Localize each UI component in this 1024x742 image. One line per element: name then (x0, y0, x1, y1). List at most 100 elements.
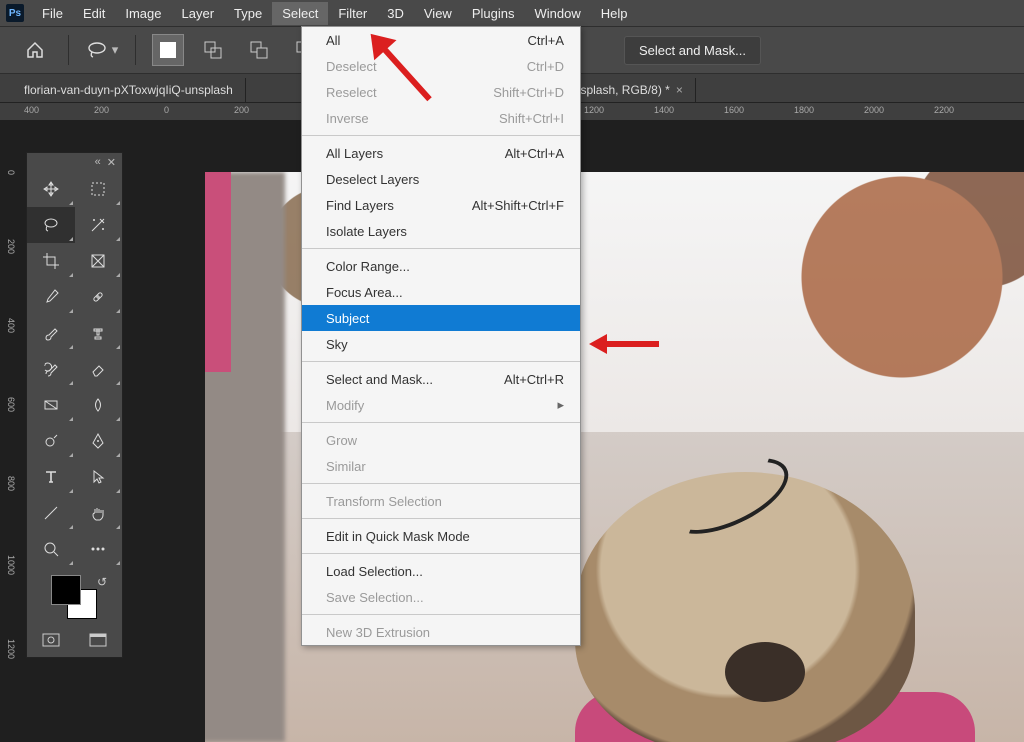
pen-tool-icon[interactable] (75, 423, 123, 459)
menu-file[interactable]: File (32, 2, 73, 25)
heal-tool-icon[interactable] (75, 279, 123, 315)
menu-separator (302, 614, 580, 615)
menu-item-focus-area[interactable]: Focus Area... (302, 279, 580, 305)
menu-item-isolate-layers[interactable]: Isolate Layers (302, 218, 580, 244)
marquee-tool-icon[interactable] (75, 171, 123, 207)
menu-item-deselect-layers[interactable]: Deselect Layers (302, 166, 580, 192)
crop-tool-icon[interactable] (27, 243, 75, 279)
menu-image[interactable]: Image (115, 2, 171, 25)
menu-item-subject[interactable]: Subject (302, 305, 580, 331)
history-brush-tool-icon[interactable] (27, 351, 75, 387)
dodge-tool-icon[interactable] (27, 423, 75, 459)
menu-item-all[interactable]: All Ctrl+A (302, 27, 580, 53)
close-icon[interactable]: ✕ (107, 156, 116, 169)
document-tab[interactable]: florian-van-duyn-pXToxwjqIiQ-unsplash (12, 78, 246, 102)
annotation-arrow (589, 334, 607, 354)
ruler-tick: 0 (6, 170, 16, 175)
select-and-mask-button[interactable]: Select and Mask... (624, 36, 761, 65)
lasso-option-icon[interactable]: ▾ (85, 33, 119, 67)
color-swatches[interactable]: ↺ (27, 573, 122, 623)
home-icon[interactable] (18, 33, 52, 67)
menu-plugins[interactable]: Plugins (462, 2, 525, 25)
subtract-selection-icon[interactable] (242, 33, 276, 67)
menu-item-label: Select and Mask... (326, 372, 433, 387)
menu-separator (302, 553, 580, 554)
ruler-tick: 1200 (6, 639, 16, 659)
menu-item-edit-in-quick-mask-mode[interactable]: Edit in Quick Mask Mode (302, 523, 580, 549)
stamp-tool-icon[interactable] (75, 315, 123, 351)
blur-tool-icon[interactable] (75, 387, 123, 423)
menu-item-label: Focus Area... (326, 285, 403, 300)
path-select-tool-icon[interactable] (75, 459, 123, 495)
menu-item-inverse: InverseShift+Ctrl+I (302, 105, 580, 131)
ruler-tick: 400 (6, 318, 16, 333)
gradient-tool-icon[interactable] (27, 387, 75, 423)
ruler-tick: 2200 (934, 105, 954, 115)
new-selection-icon[interactable] (152, 34, 184, 66)
foreground-color-swatch[interactable] (51, 575, 81, 605)
menu-separator (302, 361, 580, 362)
menu-item-color-range[interactable]: Color Range... (302, 253, 580, 279)
move-tool-icon[interactable] (27, 171, 75, 207)
tab-label: florian-van-duyn-pXToxwjqIiQ-unsplash (24, 83, 233, 97)
menu-separator (302, 518, 580, 519)
screenmode-icon[interactable] (89, 633, 107, 647)
menu-item-load-selection[interactable]: Load Selection... (302, 558, 580, 584)
menu-item-label: Sky (326, 337, 348, 352)
menu-item-shortcut: Ctrl+A (528, 33, 564, 48)
ruler-tick: 200 (6, 239, 16, 254)
menu-separator (302, 422, 580, 423)
ruler-tick: 400 (24, 105, 39, 115)
menu-help[interactable]: Help (591, 2, 638, 25)
menu-edit[interactable]: Edit (73, 2, 115, 25)
eyedropper-tool-icon[interactable] (27, 279, 75, 315)
ruler-tick: 600 (6, 397, 16, 412)
menu-layer[interactable]: Layer (172, 2, 225, 25)
more-tool-icon[interactable] (75, 531, 123, 567)
wand-tool-icon[interactable] (75, 207, 123, 243)
menu-item-shortcut: Alt+Shift+Ctrl+F (472, 198, 564, 213)
ruler-tick: 200 (94, 105, 109, 115)
menu-item-label: Color Range... (326, 259, 410, 274)
eraser-tool-icon[interactable] (75, 351, 123, 387)
menu-item-label: Similar (326, 459, 366, 474)
hand-tool-icon[interactable] (75, 495, 123, 531)
menu-item-reselect: ReselectShift+Ctrl+D (302, 79, 580, 105)
menu-type[interactable]: Type (224, 2, 272, 25)
menu-select[interactable]: Select (272, 2, 328, 25)
menu-item-label: Deselect Layers (326, 172, 419, 187)
menu-separator (302, 483, 580, 484)
select-menu-dropdown: AllCtrl+ADeselectCtrl+DReselectShift+Ctr… (301, 26, 581, 646)
menu-item-label: Transform Selection (326, 494, 442, 509)
menu-view[interactable]: View (414, 2, 462, 25)
menu-item-shortcut: Shift+Ctrl+D (493, 85, 564, 100)
add-selection-icon[interactable] (196, 33, 230, 67)
ruler-tick: 800 (6, 476, 16, 491)
menu-item-shortcut: Alt+Ctrl+R (504, 372, 564, 387)
menu-separator (302, 248, 580, 249)
frame-tool-icon[interactable] (75, 243, 123, 279)
menu-item-find-layers[interactable]: Find LayersAlt+Shift+Ctrl+F (302, 192, 580, 218)
menu-item-sky[interactable]: Sky (302, 331, 580, 357)
collapse-icon[interactable]: « (95, 156, 101, 168)
ruler-tick: 1400 (654, 105, 674, 115)
menu-item-select-and-mask[interactable]: Select and Mask... Alt+Ctrl+R (302, 366, 580, 392)
menu-filter[interactable]: Filter (328, 2, 377, 25)
type-tool-icon[interactable] (27, 459, 75, 495)
zoom-tool-icon[interactable] (27, 531, 75, 567)
brush-tool-icon[interactable] (27, 315, 75, 351)
menu-bar: Ps FileEditImageLayerTypeSelectFilter3DV… (0, 0, 1024, 26)
menu-item-similar: Similar (302, 453, 580, 479)
menu-item-all-layers[interactable]: All LayersAlt+Ctrl+A (302, 140, 580, 166)
swap-colors-icon[interactable]: ↺ (97, 575, 107, 589)
quickmask-icon[interactable] (42, 633, 60, 647)
menu-item-label: All (326, 33, 340, 48)
menu-item-label: Load Selection... (326, 564, 423, 579)
line-tool-icon[interactable] (27, 495, 75, 531)
lasso-tool-icon[interactable] (27, 207, 75, 243)
menu-item-label: Modify (326, 398, 364, 413)
close-icon[interactable]: × (676, 83, 683, 97)
menu-3d[interactable]: 3D (377, 2, 414, 25)
menu-item-save-selection: Save Selection... (302, 584, 580, 610)
menu-window[interactable]: Window (524, 2, 590, 25)
